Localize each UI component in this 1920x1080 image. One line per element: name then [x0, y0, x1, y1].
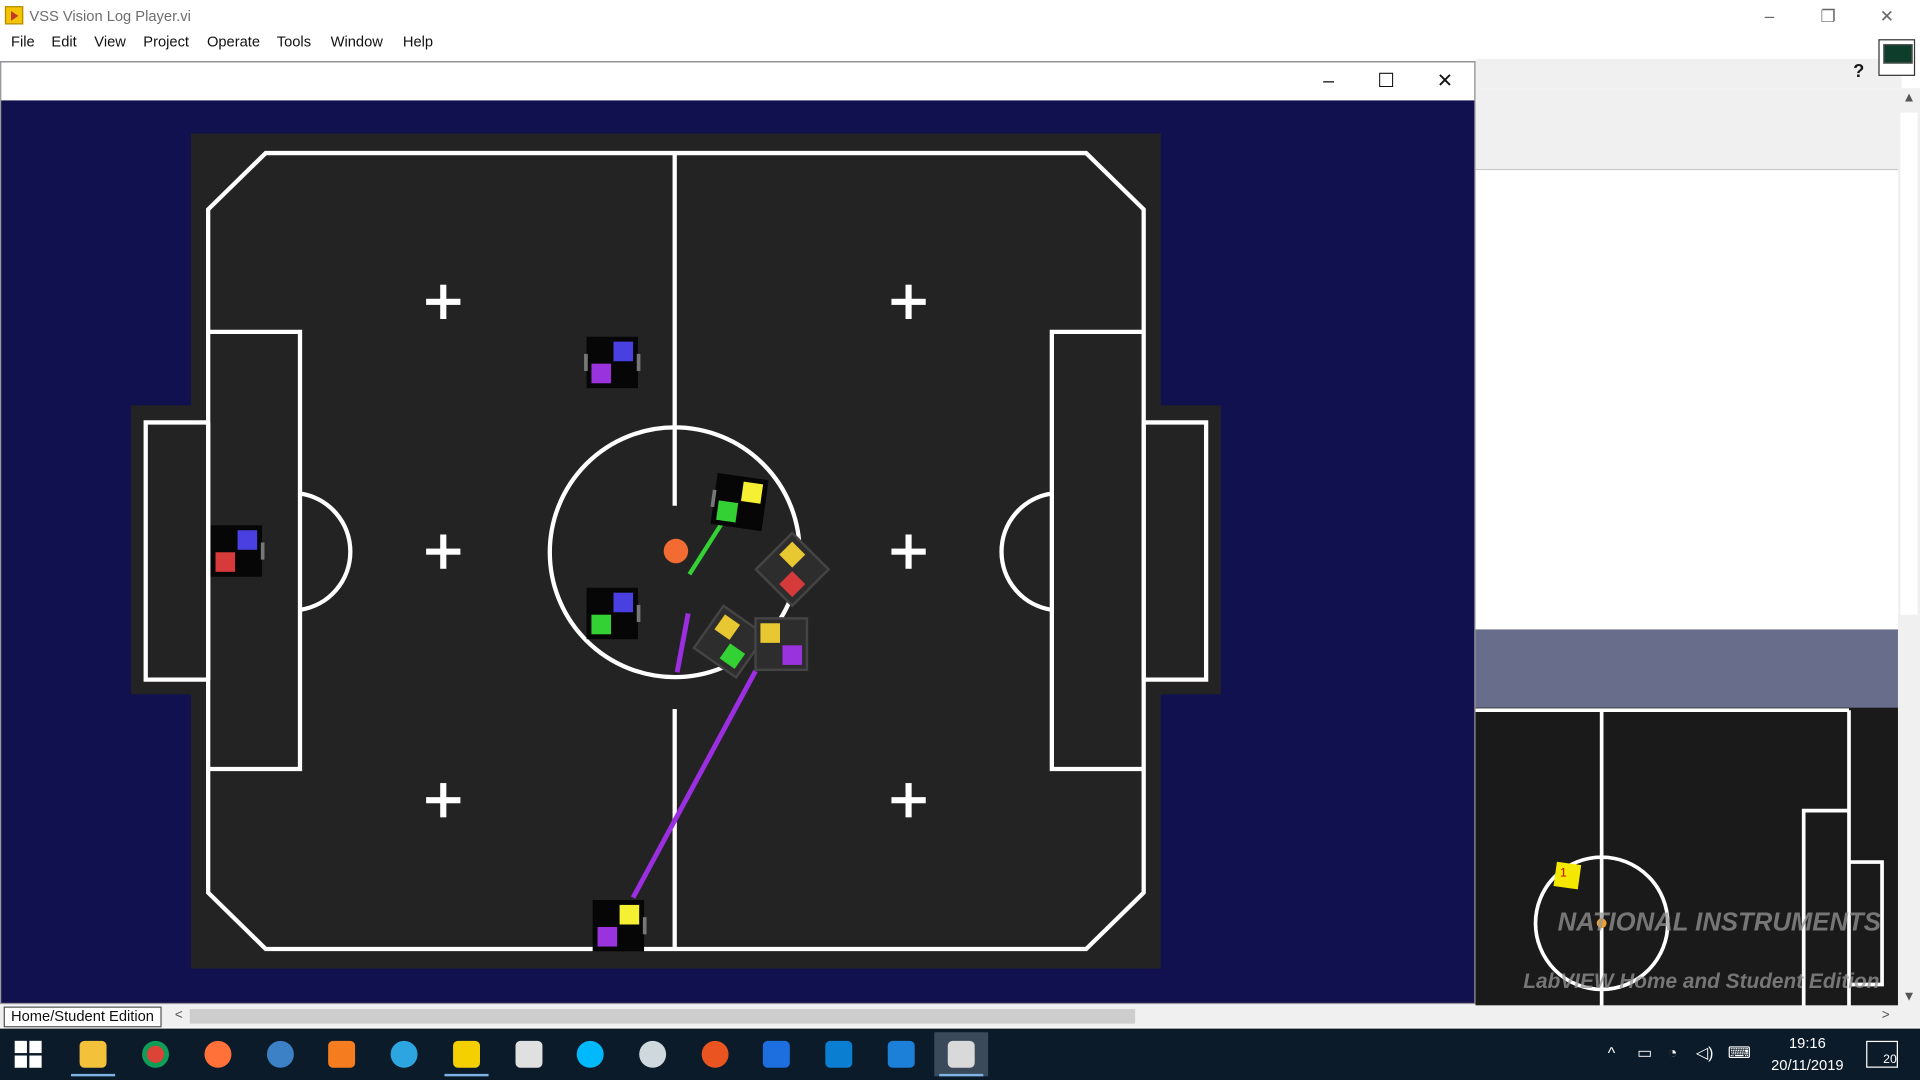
edition-label: Home/Student Edition [3, 1006, 162, 1028]
robot [592, 900, 647, 952]
wireshark-icon[interactable] [874, 1032, 928, 1076]
scroll-right-button[interactable]: > [1878, 1007, 1893, 1025]
volume-icon[interactable]: ◁) [1696, 1043, 1714, 1063]
menu-window[interactable]: Window [331, 33, 383, 50]
vscode-icon[interactable] [812, 1032, 866, 1076]
context-help-icon[interactable]: ? [1848, 61, 1869, 83]
right-goal-area [1157, 405, 1221, 695]
viewer-maximize-button[interactable]: ☐ [1358, 65, 1414, 99]
vertical-scrollbar[interactable]: ▲ ▼ [1897, 88, 1920, 1007]
labview-active-icon[interactable] [934, 1032, 989, 1077]
watermark-brand: NATIONAL INSTRUMENTS [1557, 908, 1881, 937]
field-viewer-window: – ☐ ✕ [0, 61, 1476, 1005]
robot [210, 525, 265, 577]
panel-blank-area [1475, 170, 1898, 630]
menu-project[interactable]: Project [143, 33, 189, 50]
keyboard-icon[interactable]: ⌨ [1728, 1043, 1751, 1063]
chrome-icon[interactable] [129, 1032, 183, 1076]
labview-vi-icon [4, 6, 24, 25]
soccer-field [131, 133, 1221, 969]
notification-center-icon[interactable]: 20 [1866, 1040, 1898, 1068]
panel-header [1475, 88, 1898, 171]
close-button[interactable]: ✕ [1859, 0, 1915, 32]
paint-icon[interactable] [626, 1032, 680, 1076]
robot [754, 617, 809, 672]
scroll-up-button[interactable]: ▲ [1898, 91, 1920, 106]
watermark-edition: LabVIEW Home and Student Edition [1523, 969, 1880, 994]
menu-tools[interactable]: Tools [277, 33, 311, 50]
menu-file[interactable]: File [11, 33, 35, 50]
malwarebytes-icon[interactable] [749, 1032, 803, 1076]
mini-field-view [1475, 707, 1898, 1007]
viewer-minimize-button[interactable]: – [1300, 65, 1356, 99]
battery-icon[interactable]: ▭ [1637, 1043, 1652, 1063]
logitech-icon[interactable] [563, 1032, 617, 1076]
mini-robot-label: 1 [1560, 866, 1567, 881]
vi-connector-icon[interactable] [1878, 39, 1916, 76]
robot [710, 473, 769, 532]
horizontal-scroll-thumb[interactable] [189, 1008, 1136, 1024]
office-icon[interactable] [315, 1032, 369, 1076]
tray-overflow-icon[interactable]: ^ [1608, 1043, 1615, 1061]
wifi-icon[interactable]: ◔ [1668, 1043, 1678, 1061]
menu-help[interactable]: Help [403, 33, 433, 50]
scroll-left-button[interactable]: < [171, 1007, 186, 1025]
viewer-close-button[interactable]: ✕ [1417, 65, 1473, 99]
toolbar [1475, 58, 1902, 89]
app-title-bar [0, 0, 1920, 32]
ubuntu-icon[interactable] [688, 1032, 742, 1076]
file-explorer-icon[interactable] [66, 1032, 120, 1077]
robot [586, 587, 641, 640]
robot [584, 336, 641, 389]
windows-start-icon[interactable] [14, 1040, 42, 1068]
ball [663, 538, 689, 564]
scroll-thumb[interactable] [1900, 112, 1918, 615]
restore-button[interactable]: ❐ [1800, 0, 1856, 32]
menu-view[interactable]: View [94, 33, 126, 50]
left-goal-area [131, 405, 195, 695]
menu-edit[interactable]: Edit [51, 33, 76, 50]
qbittorrent-icon[interactable] [253, 1032, 307, 1076]
clock-time[interactable]: 19:16 [1771, 1035, 1844, 1052]
viewer-title-bar [1, 62, 1475, 101]
clock-date[interactable]: 20/11/2019 [1763, 1057, 1851, 1074]
telegram-icon[interactable] [377, 1032, 431, 1076]
minimize-button[interactable]: – [1741, 0, 1797, 32]
panel-band [1475, 629, 1898, 711]
video-editor-icon[interactable] [502, 1032, 556, 1076]
menu-operate[interactable]: Operate [207, 33, 260, 50]
labview-icon[interactable] [440, 1032, 494, 1077]
firefox-icon[interactable] [191, 1032, 245, 1076]
window-title: VSS Vision Log Player.vi [29, 7, 191, 25]
scroll-down-button[interactable]: ▼ [1898, 989, 1920, 1004]
